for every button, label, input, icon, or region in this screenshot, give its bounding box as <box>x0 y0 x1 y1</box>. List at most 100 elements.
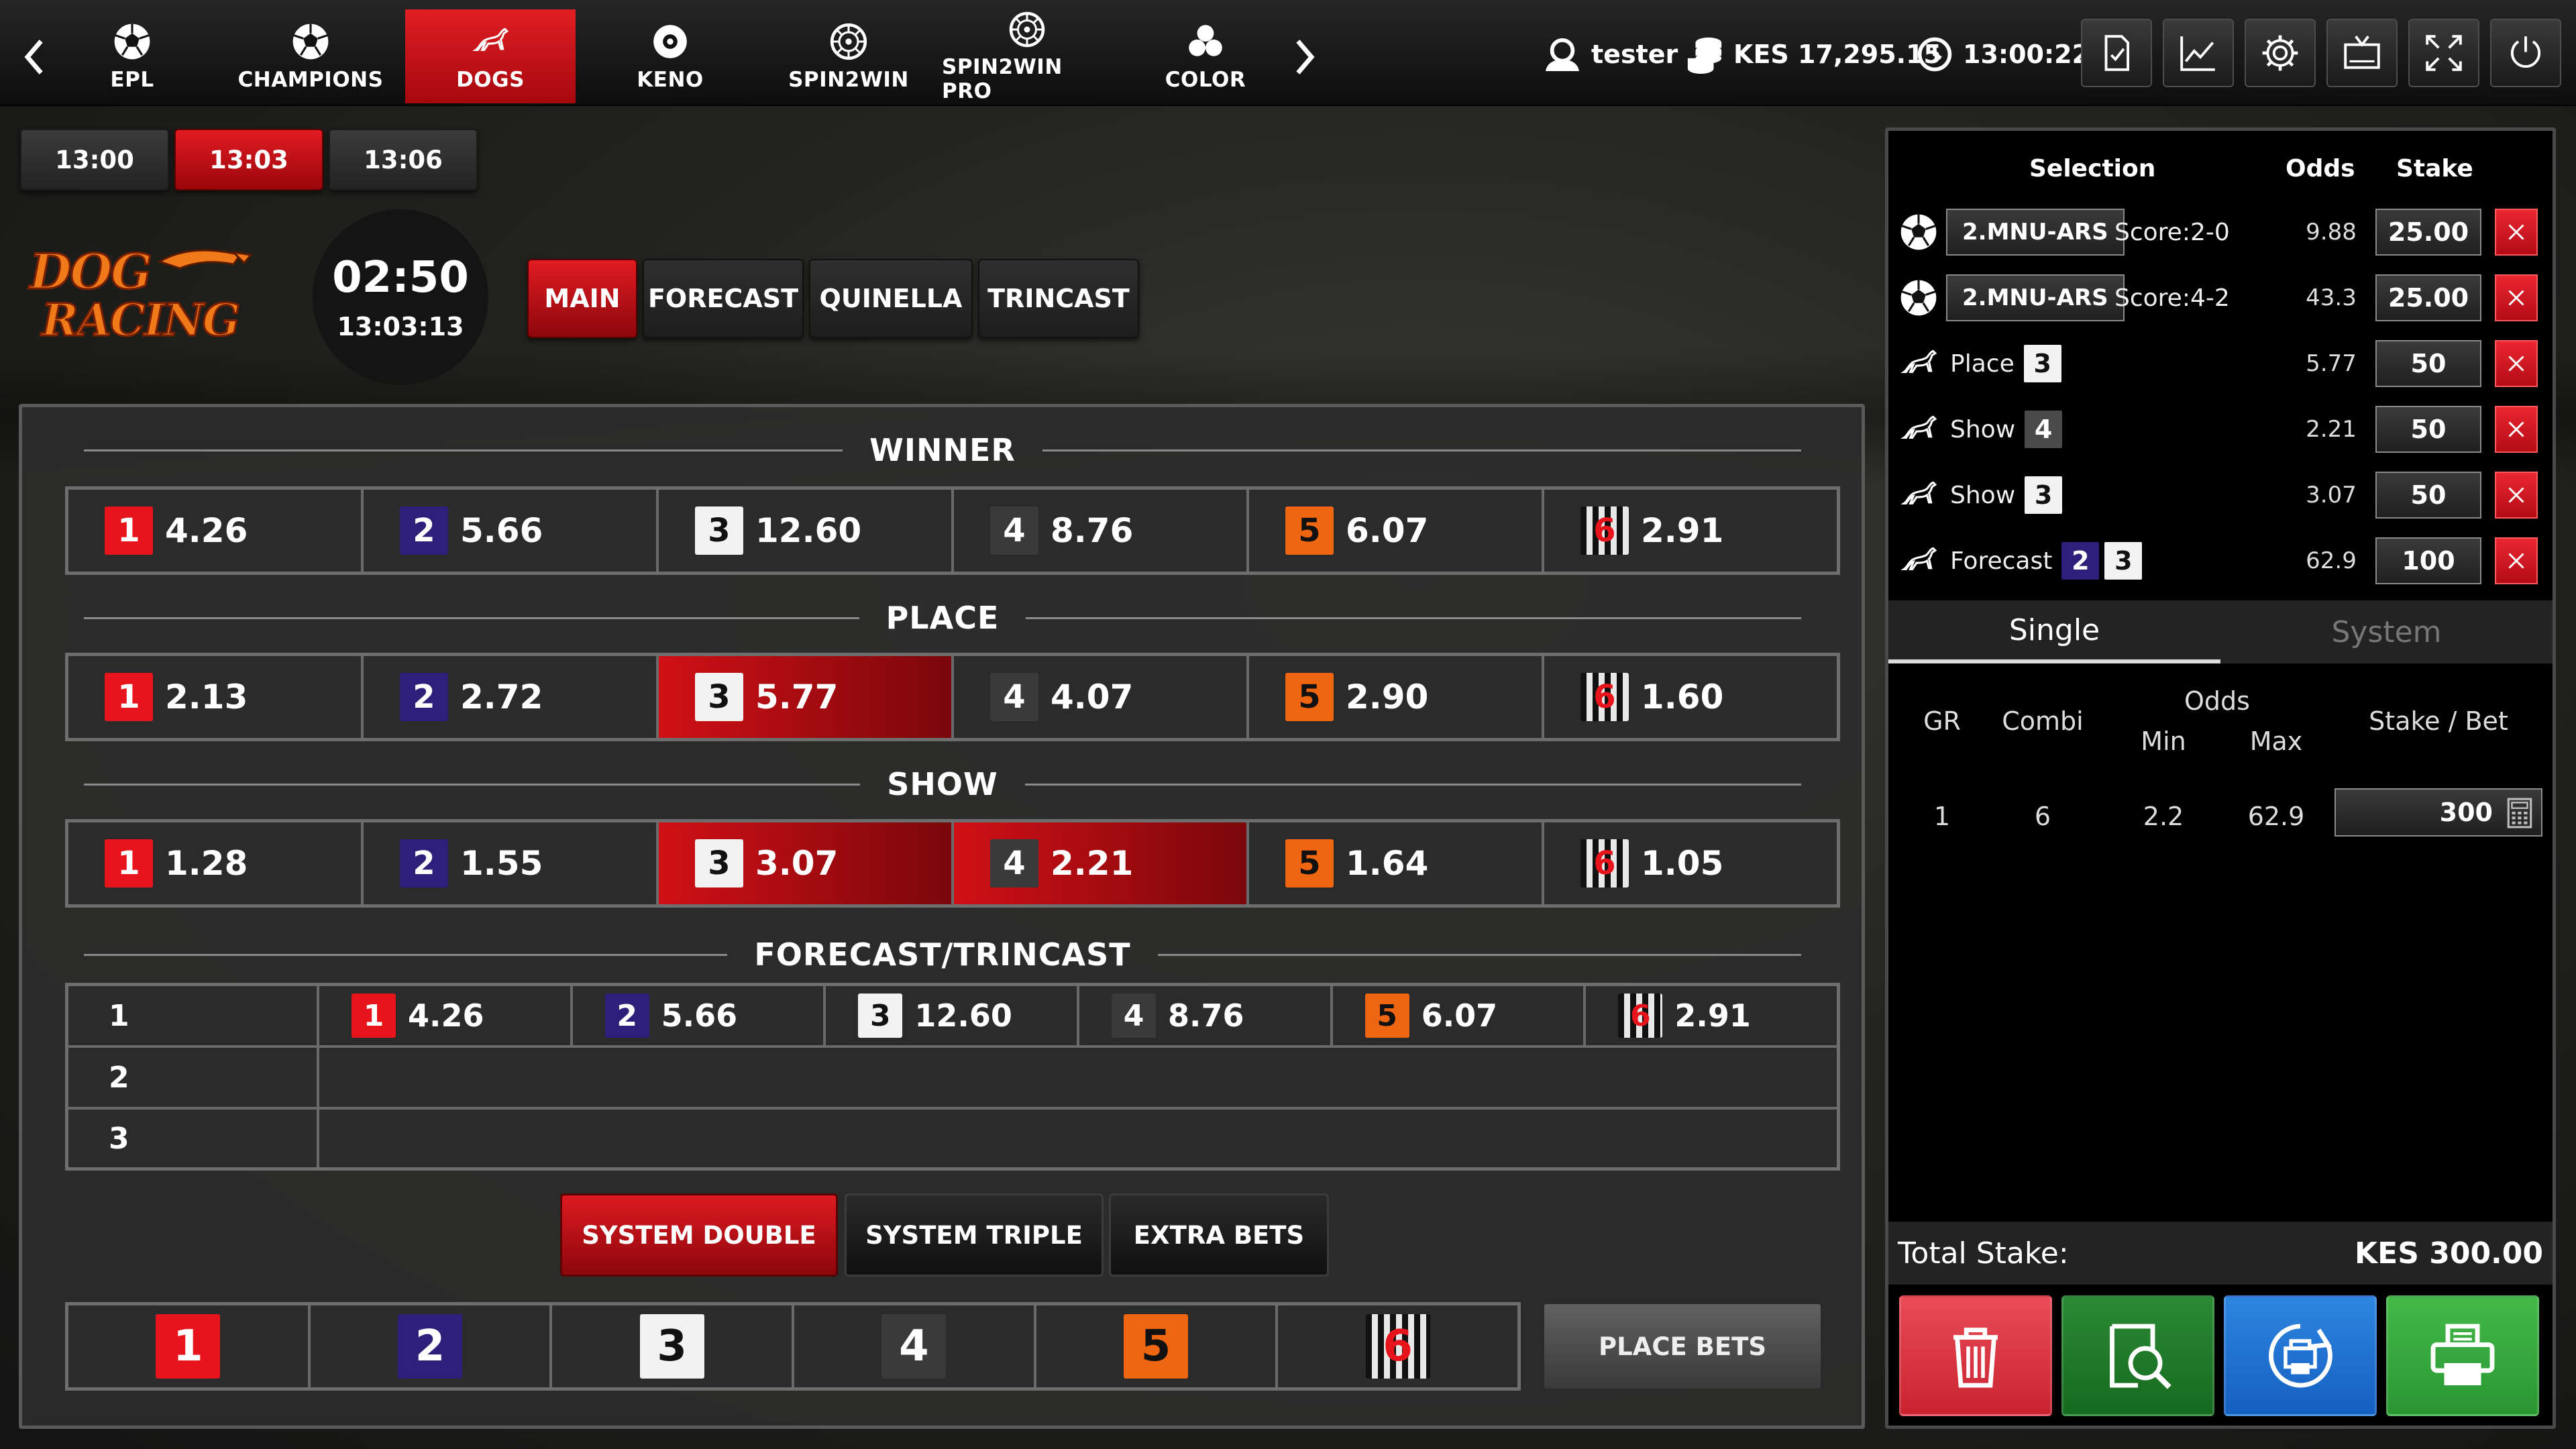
trash-icon <box>1953 1328 1998 1388</box>
show-odd-trap5[interactable]: 5 1.64 <box>1249 822 1544 904</box>
round-1303-button[interactable]: 13:03 <box>174 129 323 191</box>
show-odd-trap6[interactable]: 6 1.05 <box>1544 822 1837 904</box>
place-odd-trap3-selected[interactable]: 3 5.77 <box>659 656 954 738</box>
section-title: PLACE <box>885 600 1000 636</box>
show-odd-trap3-selected[interactable]: 3 3.07 <box>659 822 954 904</box>
stake-input[interactable]: 50 <box>2375 472 2481 519</box>
bet-type: Forecast <box>1950 547 2053 575</box>
system-select-trap3[interactable]: 3 <box>552 1305 795 1387</box>
delete-slip-button[interactable] <box>1899 1295 2052 1416</box>
forecast-row-empty[interactable] <box>319 1048 1837 1107</box>
show-odd-trap2[interactable]: 2 1.55 <box>364 822 659 904</box>
stake-input[interactable]: 50 <box>2375 406 2481 453</box>
remove-bet-button[interactable] <box>2495 406 2538 453</box>
tab-forecast[interactable]: FORECAST <box>643 259 804 338</box>
remove-bet-button[interactable] <box>2495 209 2538 256</box>
extra-bets-button[interactable]: EXTRA BETS <box>1109 1193 1329 1277</box>
tab-trincast[interactable]: TRINCAST <box>978 259 1139 338</box>
odd-value: 8.76 <box>1051 511 1134 550</box>
forecast-odd-trap6[interactable]: 6 2.91 <box>1586 986 1837 1045</box>
statistics-button[interactable] <box>2163 19 2234 87</box>
remove-bet-button[interactable] <box>2495 340 2538 387</box>
round-1300-button[interactable]: 13:00 <box>20 129 169 191</box>
remove-bet-button[interactable] <box>2495 472 2538 519</box>
system-select-trap4[interactable]: 4 <box>794 1305 1036 1387</box>
forecast-row-empty[interactable] <box>319 1110 1837 1167</box>
nav-item-color[interactable]: COLOR <box>1120 9 1291 103</box>
place-odd-trap4[interactable]: 4 4.07 <box>954 656 1249 738</box>
place-odd-trap2[interactable]: 2 2.72 <box>364 656 659 738</box>
close-icon <box>2508 224 2524 240</box>
winner-odd-trap5[interactable]: 5 6.07 <box>1249 490 1544 572</box>
winner-odd-trap4[interactable]: 4 8.76 <box>954 490 1249 572</box>
odds-min-value: 2.2 <box>2143 802 2184 831</box>
power-button[interactable] <box>2490 19 2561 87</box>
soccer-ball-icon <box>1900 280 1937 316</box>
forecast-odd-trap5[interactable]: 5 6.07 <box>1333 986 1587 1045</box>
clock-icon <box>1917 37 1952 72</box>
round-1306-button[interactable]: 13:06 <box>329 129 478 191</box>
system-select-trap1[interactable]: 1 <box>68 1305 311 1387</box>
trap-6-badge: 6 <box>1365 1314 1430 1379</box>
nav-next-arrow-icon[interactable] <box>1281 27 1328 87</box>
nav-item-spin2win[interactable]: SPIN2WIN <box>763 9 934 103</box>
winner-odd-trap6[interactable]: 6 2.91 <box>1544 490 1837 572</box>
nav-item-label: SPIN2WIN PRO <box>942 55 1063 103</box>
remove-bet-button[interactable] <box>2495 537 2538 584</box>
trap-2-badge: 2 <box>400 839 448 888</box>
nav-item-label: DOGS <box>456 68 525 92</box>
system-triple-button[interactable]: SYSTEM TRIPLE <box>845 1193 1104 1277</box>
tab-system[interactable]: System <box>2220 600 2553 663</box>
stake-input[interactable]: 100 <box>2375 537 2481 584</box>
dog-racing-logo: DOG RACING <box>25 235 260 356</box>
total-stake-label: Total Stake: <box>1898 1236 2069 1271</box>
show-odd-trap1[interactable]: 1 1.28 <box>68 822 364 904</box>
system-select-trap5[interactable]: 5 <box>1036 1305 1279 1387</box>
greyhound-icon <box>1900 481 1937 504</box>
nav-item-keno[interactable]: KENO <box>585 9 755 103</box>
winner-odd-trap1[interactable]: 1 4.26 <box>68 490 364 572</box>
stake-input[interactable]: 50 <box>2375 340 2481 387</box>
forecast-row-label: 1 <box>68 986 319 1045</box>
stake-input[interactable]: 25.00 <box>2375 274 2481 321</box>
place-odd-trap6[interactable]: 6 1.60 <box>1544 656 1837 738</box>
place-odd-trap1[interactable]: 1 2.13 <box>68 656 364 738</box>
trap-1-badge: 1 <box>105 506 153 555</box>
nav-item-dogs[interactable]: DOGS <box>405 9 576 103</box>
tab-quinella[interactable]: QUINELLA <box>809 259 973 338</box>
search-ticket-button[interactable] <box>2061 1295 2214 1416</box>
show-odd-trap4-selected[interactable]: 4 2.21 <box>954 822 1249 904</box>
settings-button[interactable] <box>2245 19 2316 87</box>
bet-description: Place 3 <box>1950 345 2061 382</box>
betting-panel: WINNER 1 4.26 2 5.66 3 12.60 4 8.76 5 6.07 62… <box>19 404 1865 1429</box>
nav-item-epl[interactable]: EPL <box>47 9 217 103</box>
place-odds-row: 1 2.13 2 2.72 3 5.77 4 4.07 5 2.90 6 1.60 <box>65 653 1840 741</box>
tab-main[interactable]: MAIN <box>527 259 637 338</box>
forecast-odd-trap2[interactable]: 2 5.66 <box>573 986 826 1045</box>
forecast-odd-trap4[interactable]: 4 8.76 <box>1079 986 1333 1045</box>
system-select-trap2[interactable]: 2 <box>311 1305 553 1387</box>
remove-bet-button[interactable] <box>2495 274 2538 321</box>
winner-odd-trap2[interactable]: 2 5.66 <box>364 490 659 572</box>
forecast-odd-trap3[interactable]: 3 12.60 <box>826 986 1080 1045</box>
bet-slip-item: Show 3 3.07 50 <box>1888 462 2553 528</box>
tab-single[interactable]: Single <box>1888 600 2220 663</box>
stake-per-bet-input[interactable]: 300 <box>2334 788 2542 837</box>
tv-button[interactable] <box>2326 19 2398 87</box>
system-double-button[interactable]: SYSTEM DOUBLE <box>560 1193 838 1277</box>
forecast-odd-trap1[interactable]: 1 4.26 <box>319 986 573 1045</box>
stake-input[interactable]: 25.00 <box>2375 209 2481 256</box>
nav-item-spin2win-pro[interactable]: SPIN2WIN PRO <box>942 9 1112 103</box>
winner-odd-trap3[interactable]: 3 12.60 <box>659 490 954 572</box>
place-odd-trap5[interactable]: 5 2.90 <box>1249 656 1544 738</box>
system-select-trap6[interactable]: 6 <box>1278 1305 1517 1387</box>
nav-item-champions[interactable]: CHAMPIONS <box>225 9 396 103</box>
place-bets-button[interactable]: PLACE BETS <box>1542 1302 1823 1391</box>
nav-item-label: COLOR <box>1165 68 1246 92</box>
print-ticket-button[interactable] <box>2386 1295 2539 1416</box>
trap-4-badge: 4 <box>2025 411 2063 448</box>
fullscreen-button[interactable] <box>2408 19 2479 87</box>
ticket-check-button[interactable] <box>2081 19 2152 87</box>
reprint-ticket-button[interactable] <box>2224 1295 2377 1416</box>
calculator-icon[interactable] <box>2505 798 2534 828</box>
